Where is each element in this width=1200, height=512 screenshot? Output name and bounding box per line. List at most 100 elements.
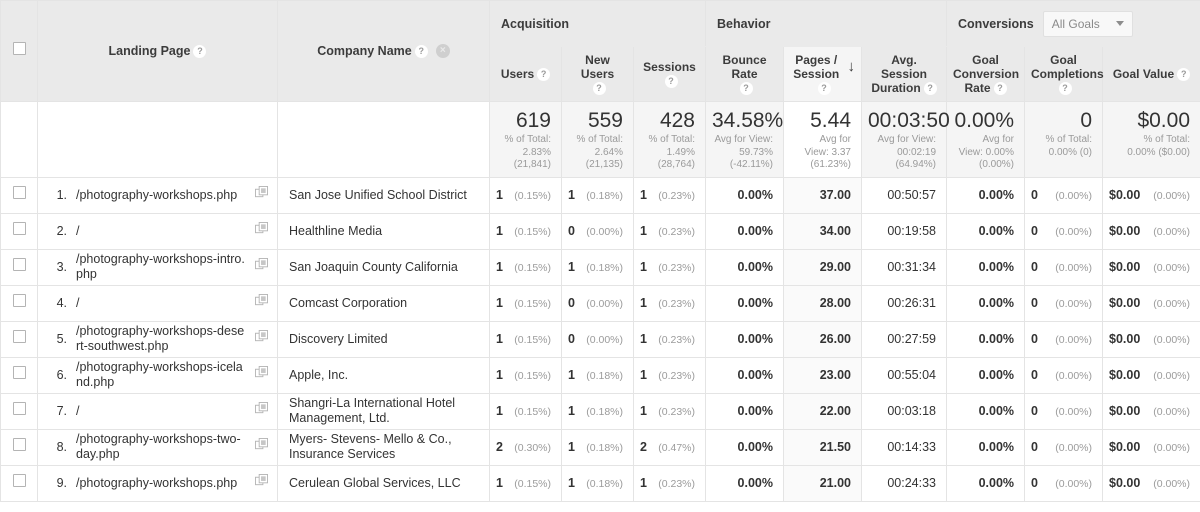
avg-session-duration-label: Avg. Session Duration <box>871 52 928 95</box>
help-icon[interactable]: ? <box>1058 82 1072 96</box>
help-icon[interactable]: ? <box>414 44 428 58</box>
open-in-new-window-icon[interactable] <box>255 186 268 204</box>
table-row[interactable]: 5. /photography-workshops-desert-southwes… <box>0 320 1200 358</box>
landing-page-value[interactable]: /photography-workshops.php <box>76 476 246 491</box>
row-checkbox[interactable] <box>12 402 26 415</box>
landing-page-cell[interactable]: 7. / <box>37 392 278 430</box>
landing-page-value[interactable]: /photography-workshops-two-day.php <box>76 432 246 462</box>
column-header-landing-page[interactable]: Landing Page? <box>37 0 278 102</box>
row-select-cell[interactable] <box>0 464 38 502</box>
summary-bounce-rate-sub-2: (-42.11%) <box>729 159 773 170</box>
help-icon[interactable]: ? <box>1177 68 1191 82</box>
goal-completions-cell: 0 (0.00%) <box>1024 248 1104 286</box>
external-link-icon <box>255 474 268 486</box>
summary-avg-duration-sub-2: (64.94%) <box>895 159 937 170</box>
help-icon[interactable]: ? <box>664 75 678 89</box>
goal-completions-percent: (0.00%) <box>1055 478 1093 490</box>
new-users-percent: (0.00%) <box>586 334 623 346</box>
landing-page-value[interactable]: / <box>76 224 246 239</box>
help-icon[interactable]: ? <box>537 68 551 82</box>
open-in-new-window-icon[interactable] <box>255 294 268 312</box>
landing-page-value[interactable]: / <box>76 296 246 311</box>
column-header-goal-conversion-rate[interactable]: Goal Conversion Rate? <box>946 46 1026 102</box>
landing-page-cell[interactable]: 1. /photography-workshops.php <box>37 176 278 214</box>
users-percent: (0.15%) <box>514 334 551 346</box>
select-all-header[interactable] <box>0 0 38 102</box>
table-row[interactable]: 9. /photography-workshops.php Cerulean Glo… <box>0 464 1200 502</box>
goal-conversion-rate-cell: 0.00% <box>946 176 1026 214</box>
users-cell: 1 (0.15%) <box>489 392 562 430</box>
table-row[interactable]: 2. / Healthline Media 1 (0.15%) 0 (0.00%) 1 (0.2… <box>0 212 1200 250</box>
goal-value-percent: (0.00%) <box>1153 478 1191 490</box>
landing-page-cell[interactable]: 8. /photography-workshops-two-day.php <box>37 428 278 466</box>
landing-page-value[interactable]: /photography-workshops-iceland.php <box>76 360 246 390</box>
landing-page-value[interactable]: /photography-workshops-intro.php <box>76 252 246 282</box>
open-in-new-window-icon[interactable] <box>255 474 268 492</box>
column-header-sessions[interactable]: Sessions? <box>633 46 706 102</box>
column-header-company-name[interactable]: Company Name? × <box>277 0 490 102</box>
column-header-new-users[interactable]: New Users? <box>561 46 634 102</box>
column-header-goal-completions[interactable]: Goal Completions? <box>1024 46 1104 102</box>
goal-completions-value: 0 <box>1031 440 1038 454</box>
landing-page-cell[interactable]: 2. / <box>37 212 278 250</box>
row-index: 8. <box>56 440 67 454</box>
goal-select-dropdown[interactable]: All Goals <box>1042 10 1133 37</box>
landing-page-value[interactable]: /photography-workshops-desert-southwest.… <box>76 324 246 354</box>
help-icon[interactable]: ? <box>993 82 1007 96</box>
help-icon[interactable]: ? <box>923 82 937 96</box>
help-icon[interactable]: ? <box>817 82 831 96</box>
landing-page-cell[interactable]: 9. /photography-workshops.php <box>37 464 278 502</box>
row-select-cell[interactable] <box>0 428 38 466</box>
new-users-percent: (0.18%) <box>586 406 623 418</box>
help-icon[interactable]: ? <box>592 82 606 96</box>
row-checkbox[interactable] <box>12 330 26 343</box>
row-checkbox[interactable] <box>12 294 26 307</box>
row-select-cell[interactable] <box>0 248 38 286</box>
table-row[interactable]: 3. /photography-workshops-intro.php San Jo… <box>0 248 1200 286</box>
help-icon[interactable]: ? <box>193 45 207 59</box>
help-icon[interactable]: ? <box>739 82 753 96</box>
row-select-cell[interactable] <box>0 392 38 430</box>
remove-dimension-icon[interactable]: × <box>435 44 450 59</box>
row-checkbox[interactable] <box>12 438 26 451</box>
landing-page-value[interactable]: /photography-workshops.php <box>76 188 246 203</box>
open-in-new-window-icon[interactable] <box>255 258 268 276</box>
landing-page-cell[interactable]: 6. /photography-workshops-iceland.php <box>37 356 278 394</box>
row-select-cell[interactable] <box>0 176 38 214</box>
landing-page-cell[interactable]: 5. /photography-workshops-desert-southwes… <box>37 320 278 358</box>
column-header-bounce-rate[interactable]: Bounce Rate? <box>705 46 784 102</box>
row-checkbox[interactable] <box>12 258 26 271</box>
open-in-new-window-icon[interactable] <box>255 438 268 456</box>
column-header-pages-session[interactable]: Pages / Session ↓ ? <box>783 46 862 102</box>
landing-page-value[interactable]: / <box>76 404 246 419</box>
landing-page-cell[interactable]: 3. /photography-workshops-intro.php <box>37 248 278 286</box>
row-checkbox[interactable] <box>12 474 26 487</box>
table-row[interactable]: 7. / Shangri-La International Hotel Manage… <box>0 392 1200 430</box>
goal-conversion-rate-cell: 0.00% <box>946 320 1026 358</box>
row-checkbox[interactable] <box>12 366 26 379</box>
goal-completions-label: Goal Completions <box>1031 52 1104 81</box>
row-select-cell[interactable] <box>0 212 38 250</box>
landing-page-cell[interactable]: 4. / <box>37 284 278 322</box>
goal-completions-value: 0 <box>1031 404 1038 418</box>
table-row[interactable]: 8. /photography-workshops-two-day.php Myer… <box>0 428 1200 466</box>
open-in-new-window-icon[interactable] <box>255 222 268 240</box>
row-select-cell[interactable] <box>0 320 38 358</box>
row-select-cell[interactable] <box>0 284 38 322</box>
column-header-avg-session-duration[interactable]: Avg. Session Duration? <box>860 46 948 102</box>
row-checkbox[interactable] <box>12 186 26 199</box>
open-in-new-window-icon[interactable] <box>255 402 268 420</box>
bounce-rate-label: Bounce Rate <box>722 52 767 81</box>
sort-descending-icon[interactable]: ↓ <box>848 59 856 74</box>
row-checkbox[interactable] <box>12 222 26 235</box>
select-all-checkbox[interactable] <box>12 42 26 55</box>
table-row[interactable]: 1. /photography-workshops.php San Jose Uni… <box>0 176 1200 214</box>
open-in-new-window-icon[interactable] <box>255 330 268 348</box>
column-header-goal-value[interactable]: Goal Value? <box>1102 46 1200 102</box>
table-row[interactable]: 4. / Comcast Corporation 1 (0.15%) 0 (0.00%) 1 (… <box>0 284 1200 322</box>
row-select-cell[interactable] <box>0 356 38 394</box>
open-in-new-window-icon[interactable] <box>255 366 268 384</box>
goal-completions-cell: 0 (0.00%) <box>1024 284 1104 322</box>
column-header-users[interactable]: Users? <box>489 46 562 102</box>
table-row[interactable]: 6. /photography-workshops-iceland.php Appl… <box>0 356 1200 394</box>
